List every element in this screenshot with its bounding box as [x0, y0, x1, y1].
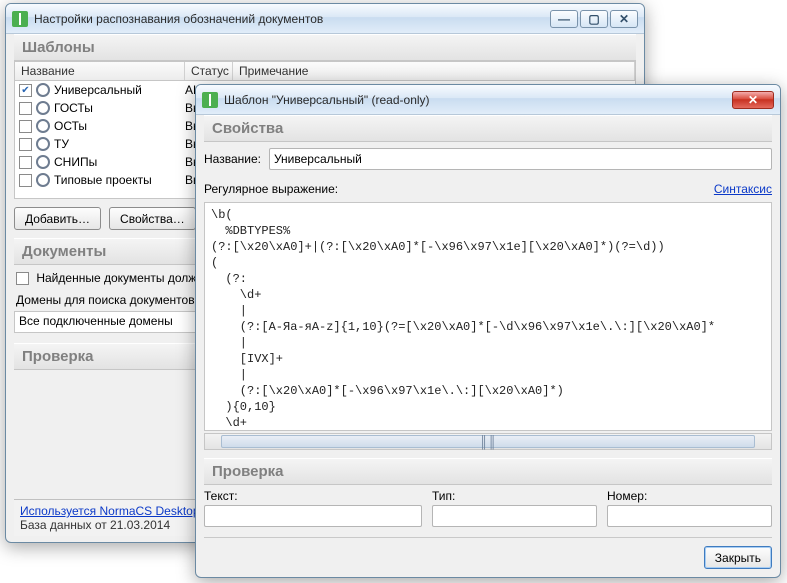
test-type-label: Тип: — [432, 489, 597, 503]
check-section-header: Проверка — [204, 458, 772, 485]
gear-icon — [36, 137, 50, 151]
regex-scrollbar[interactable]: ║║ — [204, 433, 772, 450]
row-label: Типовые проекты — [54, 173, 152, 187]
window-title: Шаблон "Универсальный" (read-only) — [224, 93, 732, 107]
name-label: Название: — [204, 152, 261, 166]
row-checkbox[interactable] — [19, 174, 32, 187]
row-checkbox[interactable] — [19, 102, 32, 115]
test-text-input[interactable] — [204, 505, 422, 527]
col-name[interactable]: Название — [15, 62, 185, 80]
add-button[interactable]: Добавить… — [14, 207, 101, 230]
titlebar[interactable]: Шаблон "Универсальный" (read-only) ✕ — [196, 85, 780, 115]
gear-icon — [36, 101, 50, 115]
row-checkbox[interactable] — [19, 84, 32, 97]
row-label: ТУ — [54, 137, 69, 151]
docs-found-checkbox[interactable] — [16, 272, 29, 285]
row-label: ОСТы — [54, 119, 87, 133]
regex-label: Регулярное выражение: — [204, 182, 338, 196]
syntax-link[interactable]: Синтаксис — [714, 182, 772, 196]
status-db-date: База данных от 21.03.2014 — [20, 518, 170, 532]
titlebar[interactable]: Настройки распознавания обозначений доку… — [6, 4, 644, 34]
test-type-input[interactable] — [432, 505, 597, 527]
name-input[interactable] — [269, 148, 772, 170]
row-checkbox[interactable] — [19, 120, 32, 133]
row-label: ГОСТы — [54, 101, 93, 115]
regex-textarea[interactable]: \b( %DBTYPES% (?:[\x20\xA0]+|(?:[\x20\xA… — [204, 202, 772, 431]
gear-icon — [36, 119, 50, 133]
template-window: Шаблон "Универсальный" (read-only) ✕ Сво… — [195, 84, 781, 578]
app-icon — [12, 11, 28, 27]
row-checkbox[interactable] — [19, 138, 32, 151]
test-number-input[interactable] — [607, 505, 772, 527]
col-status[interactable]: Статус — [185, 62, 233, 80]
window-title: Настройки распознавания обозначений доку… — [34, 12, 550, 26]
maximize-button[interactable]: ▢ — [580, 10, 608, 28]
docs-found-label: Найденные документы должны — [36, 271, 211, 285]
row-checkbox[interactable] — [19, 156, 32, 169]
templates-section-header: Шаблоны — [14, 34, 636, 61]
test-number-label: Номер: — [607, 489, 772, 503]
col-note[interactable]: Примечание — [233, 62, 635, 80]
row-label: Универсальный — [54, 83, 142, 97]
properties-section-header: Свойства — [204, 115, 772, 142]
app-icon — [202, 92, 218, 108]
close-button[interactable]: ✕ — [610, 10, 638, 28]
gear-icon — [36, 83, 50, 97]
row-label: СНИПы — [54, 155, 97, 169]
properties-button[interactable]: Свойства… — [109, 207, 196, 230]
test-text-label: Текст: — [204, 489, 422, 503]
docs-domain-value: Все подключенные домены — [19, 314, 173, 328]
close-button[interactable]: ✕ — [732, 91, 774, 109]
gear-icon — [36, 155, 50, 169]
gear-icon — [36, 173, 50, 187]
templates-table-header: Название Статус Примечание — [14, 61, 636, 81]
minimize-button[interactable]: — — [550, 10, 578, 28]
status-link[interactable]: Используется NormaCS Desktop 3. — [20, 504, 213, 518]
close-dialog-button[interactable]: Закрыть — [704, 546, 772, 569]
